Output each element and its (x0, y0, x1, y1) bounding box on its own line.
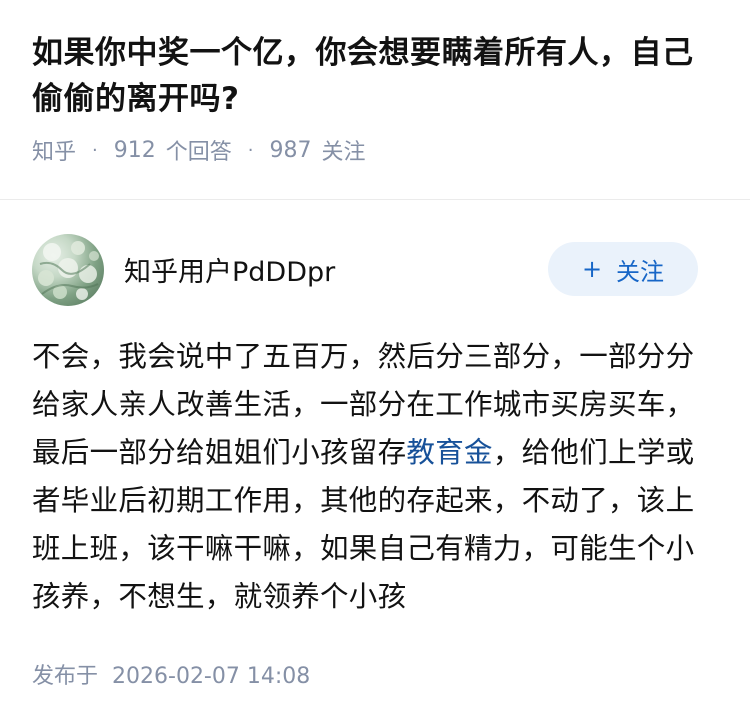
question-meta: 知乎 · 912 个回答 · 987 关注 (32, 134, 718, 166)
plus-icon: + (581, 255, 603, 283)
meta-separator: · (92, 139, 98, 161)
follower-count: 987 (269, 137, 312, 163)
source-label[interactable]: 知乎 (32, 134, 76, 166)
meta-separator: · (247, 139, 254, 161)
question-title[interactable]: 如果你中奖一个亿，你会想要瞒着所有人，自己偷偷的离开吗? (32, 30, 718, 122)
follower-count-label: 关注 (321, 140, 366, 165)
avatar[interactable] (32, 234, 104, 306)
publish-info: 发布于 2026-02-07 14:08 (32, 658, 310, 690)
author-name[interactable]: 知乎用户PdDDpr (124, 250, 335, 289)
question-header: 如果你中奖一个亿，你会想要瞒着所有人，自己偷偷的离开吗? 知乎 · 912 个回… (0, 0, 750, 170)
publish-label: 发布于 (32, 664, 99, 689)
author-row: 知乎用户PdDDpr + 关注 (0, 200, 750, 310)
follow-button-label: 关注 (616, 257, 665, 286)
answer-count: 912 (113, 137, 156, 163)
publish-date: 2026-02-07 14:08 (112, 664, 311, 689)
answer-keyword-link[interactable]: 教育金 (406, 436, 492, 469)
follow-button[interactable]: + 关注 (548, 242, 698, 296)
answer-count-label: 个回答 (165, 140, 232, 165)
answer-card: 知乎用户PdDDpr + 关注 不会，我会说中了五百万，然后分三部分，一部分分给… (0, 200, 750, 689)
answer-body: 不会，我会说中了五百万，然后分三部分，一部分分给家人亲人改善生活，一部分在工作城… (32, 333, 722, 621)
avatar-image (38, 241, 99, 300)
